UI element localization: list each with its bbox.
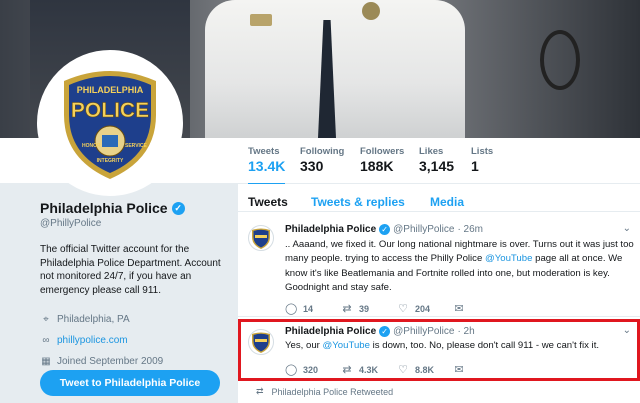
- tweet-timestamp[interactable]: · 26m: [457, 224, 483, 235]
- chevron-down-icon[interactable]: ⌄: [623, 223, 631, 234]
- tweet[interactable]: Philadelphia Police ✓ @PhillyPolice · 26…: [238, 213, 640, 317]
- reply-button[interactable]: ◯ 320: [285, 363, 341, 376]
- retweet-count: 4.3K: [359, 364, 379, 375]
- chevron-down-icon[interactable]: ⌄: [623, 325, 631, 336]
- envelope-icon: ✉: [454, 303, 464, 315]
- reply-icon: ◯: [285, 364, 298, 376]
- tweet-text-part: is down, too. No, please don't call 911 …: [369, 340, 600, 351]
- profile-location: ⌖ Philadelphia, PA: [40, 311, 230, 328]
- profile-name[interactable]: Philadelphia Police: [40, 200, 168, 216]
- tweet-header: Philadelphia Police ✓ @PhillyPolice · 26…: [285, 224, 483, 235]
- tweet-header: Philadelphia Police ✓ @PhillyPolice · 2h: [285, 326, 475, 337]
- profile-joined: ▦ Joined September 2009: [40, 353, 230, 370]
- retweeted-label[interactable]: Philadelphia Police Retweeted: [272, 387, 394, 397]
- header-photo-bicycle: [540, 30, 580, 90]
- verified-badge-icon: ✓: [171, 201, 185, 215]
- reply-button[interactable]: ◯ 14: [285, 302, 341, 315]
- stat-value: 330: [300, 158, 324, 174]
- svg-text:PHILADELPHIA: PHILADELPHIA: [77, 85, 144, 95]
- header-photo-badge: [362, 2, 380, 20]
- stat-label: Lists: [471, 146, 494, 157]
- police-badge-icon: [252, 332, 270, 353]
- stat-lists[interactable]: Lists 1: [471, 146, 493, 174]
- stat-likes[interactable]: Likes 3,145: [419, 146, 454, 174]
- tweet-actions: ◯ 14 ⇄ 39 ♡ 204 ✉: [285, 302, 509, 315]
- tab-media[interactable]: Media: [430, 195, 464, 209]
- profile-website[interactable]: ∞ phillypolice.com: [40, 332, 230, 349]
- verified-badge-icon: ✓: [379, 224, 391, 235]
- retweet-button[interactable]: ⇄ 39: [341, 302, 397, 315]
- heart-icon: ♡: [398, 364, 408, 376]
- link-icon: ∞: [42, 335, 50, 346]
- timeline-tabs: Tweets Tweets & replies Media: [238, 184, 640, 212]
- website-link[interactable]: phillypolice.com: [57, 335, 128, 346]
- tweet-text: Yes, our @YouTube is down, too. No, plea…: [285, 339, 637, 353]
- tweet-mention[interactable]: @YouTube: [485, 253, 532, 264]
- tweet-actions: ◯ 320 ⇄ 4.3K ♡ 8.8K ✉: [285, 363, 509, 376]
- stat-label: Tweets: [248, 146, 280, 157]
- profile-handle[interactable]: @PhillyPolice: [40, 218, 230, 229]
- stat-value: 1: [471, 158, 479, 174]
- like-button[interactable]: ♡ 8.8K: [397, 363, 453, 376]
- joined-text: Joined September 2009: [57, 356, 164, 367]
- retweet-icon: ⇄: [342, 303, 352, 315]
- svg-text:INTEGRITY: INTEGRITY: [97, 158, 124, 164]
- tweet-avatar[interactable]: [248, 329, 274, 355]
- tab-tweets-replies[interactable]: Tweets & replies: [311, 195, 405, 209]
- retweet-button[interactable]: ⇄ 4.3K: [341, 363, 397, 376]
- stat-label: Likes: [419, 146, 444, 157]
- tweet[interactable]: Philadelphia Police ✓ @PhillyPolice · 2h…: [238, 319, 640, 381]
- dm-button[interactable]: ✉: [453, 302, 509, 315]
- heart-icon: ♡: [398, 303, 408, 315]
- dm-button[interactable]: ✉: [453, 363, 509, 376]
- svg-text:SERVICE: SERVICE: [125, 143, 148, 149]
- police-badge-logo: PHILADELPHIA POLICE HONOR SERVICE INTEGR…: [42, 55, 178, 191]
- tweet-author-name[interactable]: Philadelphia Police: [285, 326, 376, 337]
- retweeted-indicator: ⇄ Philadelphia Police Retweeted: [256, 386, 393, 397]
- profile-bio: The official Twitter account for the Phi…: [40, 244, 221, 296]
- like-count: 8.8K: [415, 364, 435, 375]
- tweet-author-handle[interactable]: @PhillyPolice: [393, 224, 454, 235]
- stat-tweets[interactable]: Tweets 13.4K: [248, 146, 286, 186]
- reply-count: 14: [303, 303, 314, 314]
- stat-value: 13.4K: [248, 158, 286, 174]
- svg-text:POLICE: POLICE: [71, 99, 149, 122]
- svg-text:HONOR: HONOR: [82, 143, 101, 149]
- stat-followers[interactable]: Followers 188K: [360, 146, 404, 174]
- retweet-icon: ⇄: [256, 386, 264, 396]
- police-badge-icon: [252, 228, 270, 249]
- like-button[interactable]: ♡ 204: [397, 302, 453, 315]
- calendar-icon: ▦: [41, 356, 51, 367]
- header-photo-nameplate: [250, 14, 272, 26]
- stat-value: 188K: [360, 158, 394, 174]
- tweet-text: .. Aaaand, we fixed it. Our long nationa…: [285, 238, 637, 295]
- profile-name-row: Philadelphia Police ✓: [40, 200, 230, 216]
- location-text: Philadelphia, PA: [57, 314, 130, 325]
- like-count: 204: [415, 303, 431, 314]
- tweet-timestamp[interactable]: · 2h: [457, 326, 474, 337]
- tweet-author-handle[interactable]: @PhillyPolice: [393, 326, 454, 337]
- tweet-mention[interactable]: @YouTube: [323, 340, 370, 351]
- tweet-text-part: Yes, our: [285, 340, 323, 351]
- tweet-author-name[interactable]: Philadelphia Police: [285, 224, 376, 235]
- profile-avatar[interactable]: PHILADELPHIA POLICE HONOR SERVICE INTEGR…: [37, 50, 183, 196]
- retweet-icon: ⇄: [342, 364, 352, 376]
- profile-card: Philadelphia Police ✓ @PhillyPolice The …: [40, 200, 230, 370]
- reply-count: 320: [303, 364, 319, 375]
- stat-following[interactable]: Following 330: [300, 146, 344, 174]
- location-pin-icon: ⌖: [43, 314, 49, 325]
- tab-tweets[interactable]: Tweets: [248, 195, 288, 209]
- envelope-icon: ✉: [454, 364, 464, 376]
- stat-value: 3,145: [419, 158, 455, 174]
- tweet-avatar[interactable]: [248, 225, 274, 251]
- reply-icon: ◯: [285, 303, 298, 315]
- retweet-count: 39: [359, 303, 370, 314]
- timeline: Tweets Tweets & replies Media Philadelph…: [238, 184, 640, 403]
- stat-label: Followers: [360, 146, 405, 157]
- stat-label: Following: [300, 146, 345, 157]
- tweet-to-button[interactable]: Tweet to Philadelphia Police: [40, 370, 220, 396]
- verified-badge-icon: ✓: [379, 326, 391, 337]
